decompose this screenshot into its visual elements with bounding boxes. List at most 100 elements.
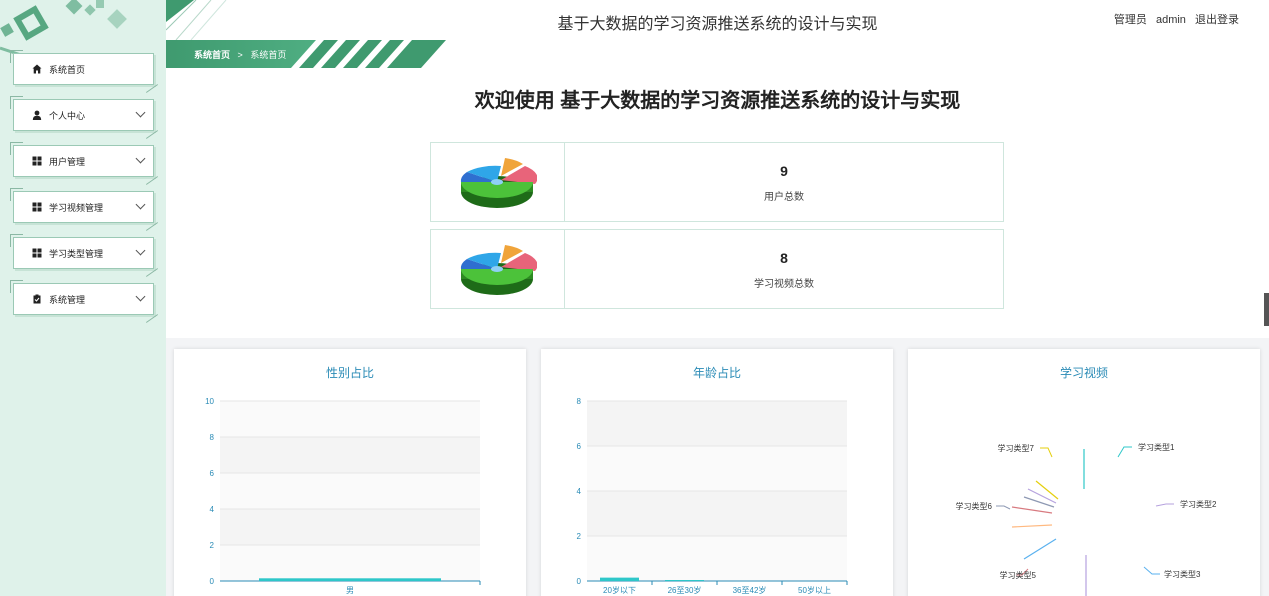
- breadcrumb-text: 系统首页 > 系统首页: [194, 48, 286, 61]
- app-title: 基于大数据的学习资源推送系统的设计与实现: [557, 16, 878, 33]
- logo-decoration: [0, 0, 166, 60]
- pie-label: 学习类型5: [1000, 570, 1037, 580]
- chevron-down-icon: [135, 107, 146, 118]
- chart-card-gender: 性别占比 0 2 4 6 8 10 男: [174, 349, 526, 596]
- main-content: 欢迎使用 基于大数据的学习资源推送系统的设计与实现 9 用户总数 8 学习视频总…: [166, 68, 1269, 596]
- user-icon: [32, 110, 42, 120]
- grid-band: [220, 401, 480, 437]
- pie-slice: [1011, 506, 1053, 514]
- sidebar-item-profile[interactable]: 个人中心: [10, 96, 154, 131]
- grid-band: [587, 491, 847, 536]
- pie-slice: [1023, 496, 1055, 508]
- breadcrumb-root[interactable]: 系统首页: [194, 50, 230, 60]
- chevron-down-icon: [135, 245, 146, 256]
- grid-band: [220, 437, 480, 473]
- welcome-title: 基于大数据的学习资源推送系统的设计与实现: [560, 90, 961, 112]
- y-tick-label: 8: [210, 433, 215, 442]
- age-bar-chart: 0 2 4 6 8 20岁以下 26至30岁 36至42岁 50岁以上: [577, 397, 848, 595]
- y-tick-label: 2: [577, 532, 582, 541]
- gender-bar-chart: 0 2 4 6 8 10 男: [205, 397, 481, 595]
- sidebar-item-users[interactable]: 用户管理: [10, 142, 154, 177]
- pie-slice: [1023, 538, 1057, 560]
- stat-card-videos: 8 学习视频总数: [430, 229, 1004, 309]
- x-tick-label: 36至42岁: [733, 585, 767, 595]
- sidebar-item-label: 学习类型管理: [49, 248, 104, 259]
- user-role: 管理员: [1113, 14, 1147, 26]
- stat-card-users: 9 用户总数: [430, 142, 1004, 222]
- sidebar-item-label: 个人中心: [49, 110, 86, 121]
- pie-label: 学习类型7: [998, 443, 1035, 453]
- pie-chart-icon: [431, 230, 565, 308]
- y-tick-label: 8: [577, 397, 582, 406]
- y-tick-label: 4: [577, 487, 582, 496]
- pie-label: 学习类型2: [1180, 499, 1217, 509]
- chart-card-age: 年龄占比 0 2 4 6 8 20岁以下 26至30岁 36至42岁 50岁以上: [541, 349, 893, 596]
- stat-label: 用户总数: [764, 192, 804, 203]
- welcome-heading: 欢迎使用 基于大数据的学习资源推送系统的设计与实现: [166, 84, 1269, 113]
- sidebar-item-home[interactable]: 系统首页: [10, 50, 154, 85]
- chevron-down-icon: [135, 199, 146, 210]
- x-tick-label: 26至30岁: [668, 585, 702, 595]
- x-tick-label: 50岁以上: [798, 585, 831, 595]
- pie-label: 学习类型6: [956, 501, 993, 511]
- sidebar-item-label: 系统管理: [49, 294, 86, 305]
- sidebar-item-label: 学习视频管理: [49, 202, 104, 213]
- video-pie-chart: 学习类型1 学习类型2 学习类型3 学习类型5 学习类型6 学习类型7: [956, 442, 1217, 596]
- sidebar: 系统首页 个人中心 用户管理 学习视频管理 学习类型管理 系统管理: [0, 0, 166, 596]
- grid-icon: [32, 156, 42, 166]
- sidebar-item-label: 用户管理: [49, 156, 86, 167]
- y-tick-label: 4: [210, 505, 215, 514]
- label-leader: [1155, 503, 1174, 507]
- bar: [665, 580, 704, 581]
- pie-slice: [1035, 480, 1059, 500]
- breadcrumb-separator: >: [237, 50, 243, 60]
- pie-slice: [1027, 488, 1057, 504]
- header: 基于大数据的学习资源推送系统的设计与实现 管理员 admin 退出登录: [166, 0, 1269, 40]
- grid-icon: [32, 248, 42, 258]
- pie-chart-icon: [431, 143, 565, 221]
- x-tick-label: 男: [346, 586, 354, 595]
- stat-value: 9: [780, 163, 788, 179]
- stat-value: 8: [780, 250, 788, 266]
- grid-band: [220, 473, 480, 509]
- bar: [600, 577, 639, 581]
- stat-label: 学习视频总数: [754, 279, 814, 290]
- grid-band: [220, 509, 480, 545]
- page-scrollbar[interactable]: [1264, 293, 1269, 326]
- label-leader: [1143, 566, 1160, 575]
- grid-band: [587, 536, 847, 581]
- sidebar-item-system[interactable]: 系统管理: [10, 280, 154, 315]
- breadcrumb-current: 系统首页: [250, 50, 287, 60]
- logout-link[interactable]: 退出登录: [1195, 14, 1239, 26]
- user-area: 管理员 admin 退出登录: [1108, 11, 1239, 27]
- bar: [259, 578, 441, 581]
- pie-label: 学习类型1: [1138, 442, 1175, 452]
- sidebar-item-label: 系统首页: [49, 64, 86, 75]
- grid-band: [220, 545, 480, 581]
- breadcrumb: 系统首页 > 系统首页: [166, 40, 1269, 68]
- grid-band: [587, 401, 847, 446]
- y-tick-label: 6: [577, 442, 582, 451]
- clipboard-icon: [32, 294, 42, 304]
- sidebar-item-types[interactable]: 学习类型管理: [10, 234, 154, 269]
- username: admin: [1155, 14, 1186, 26]
- label-leader: [1117, 446, 1132, 458]
- label-leader: [996, 505, 1011, 510]
- y-tick-label: 0: [577, 577, 582, 586]
- home-icon: [32, 64, 42, 74]
- y-tick-label: 10: [205, 397, 214, 406]
- pie-label: 学习类型3: [1164, 569, 1201, 579]
- sidebar-menu: 系统首页 个人中心 用户管理 学习视频管理 学习类型管理 系统管理: [10, 50, 154, 329]
- grid-band: [587, 446, 847, 491]
- chart-card-videos: 学习视频 学习类型1 学习类型2 学习类型3 学习类型5 学习类型6 学习类型7: [908, 349, 1260, 596]
- label-leader: [1040, 447, 1053, 458]
- grid-icon: [32, 202, 42, 212]
- sidebar-item-videos[interactable]: 学习视频管理: [10, 188, 154, 223]
- pie-slice: [1011, 524, 1053, 528]
- chevron-down-icon: [135, 291, 146, 302]
- welcome-prefix: 欢迎使用: [474, 90, 555, 112]
- y-tick-label: 0: [210, 577, 215, 586]
- y-tick-label: 2: [210, 541, 215, 550]
- y-tick-label: 6: [210, 469, 215, 478]
- chevron-down-icon: [135, 153, 146, 164]
